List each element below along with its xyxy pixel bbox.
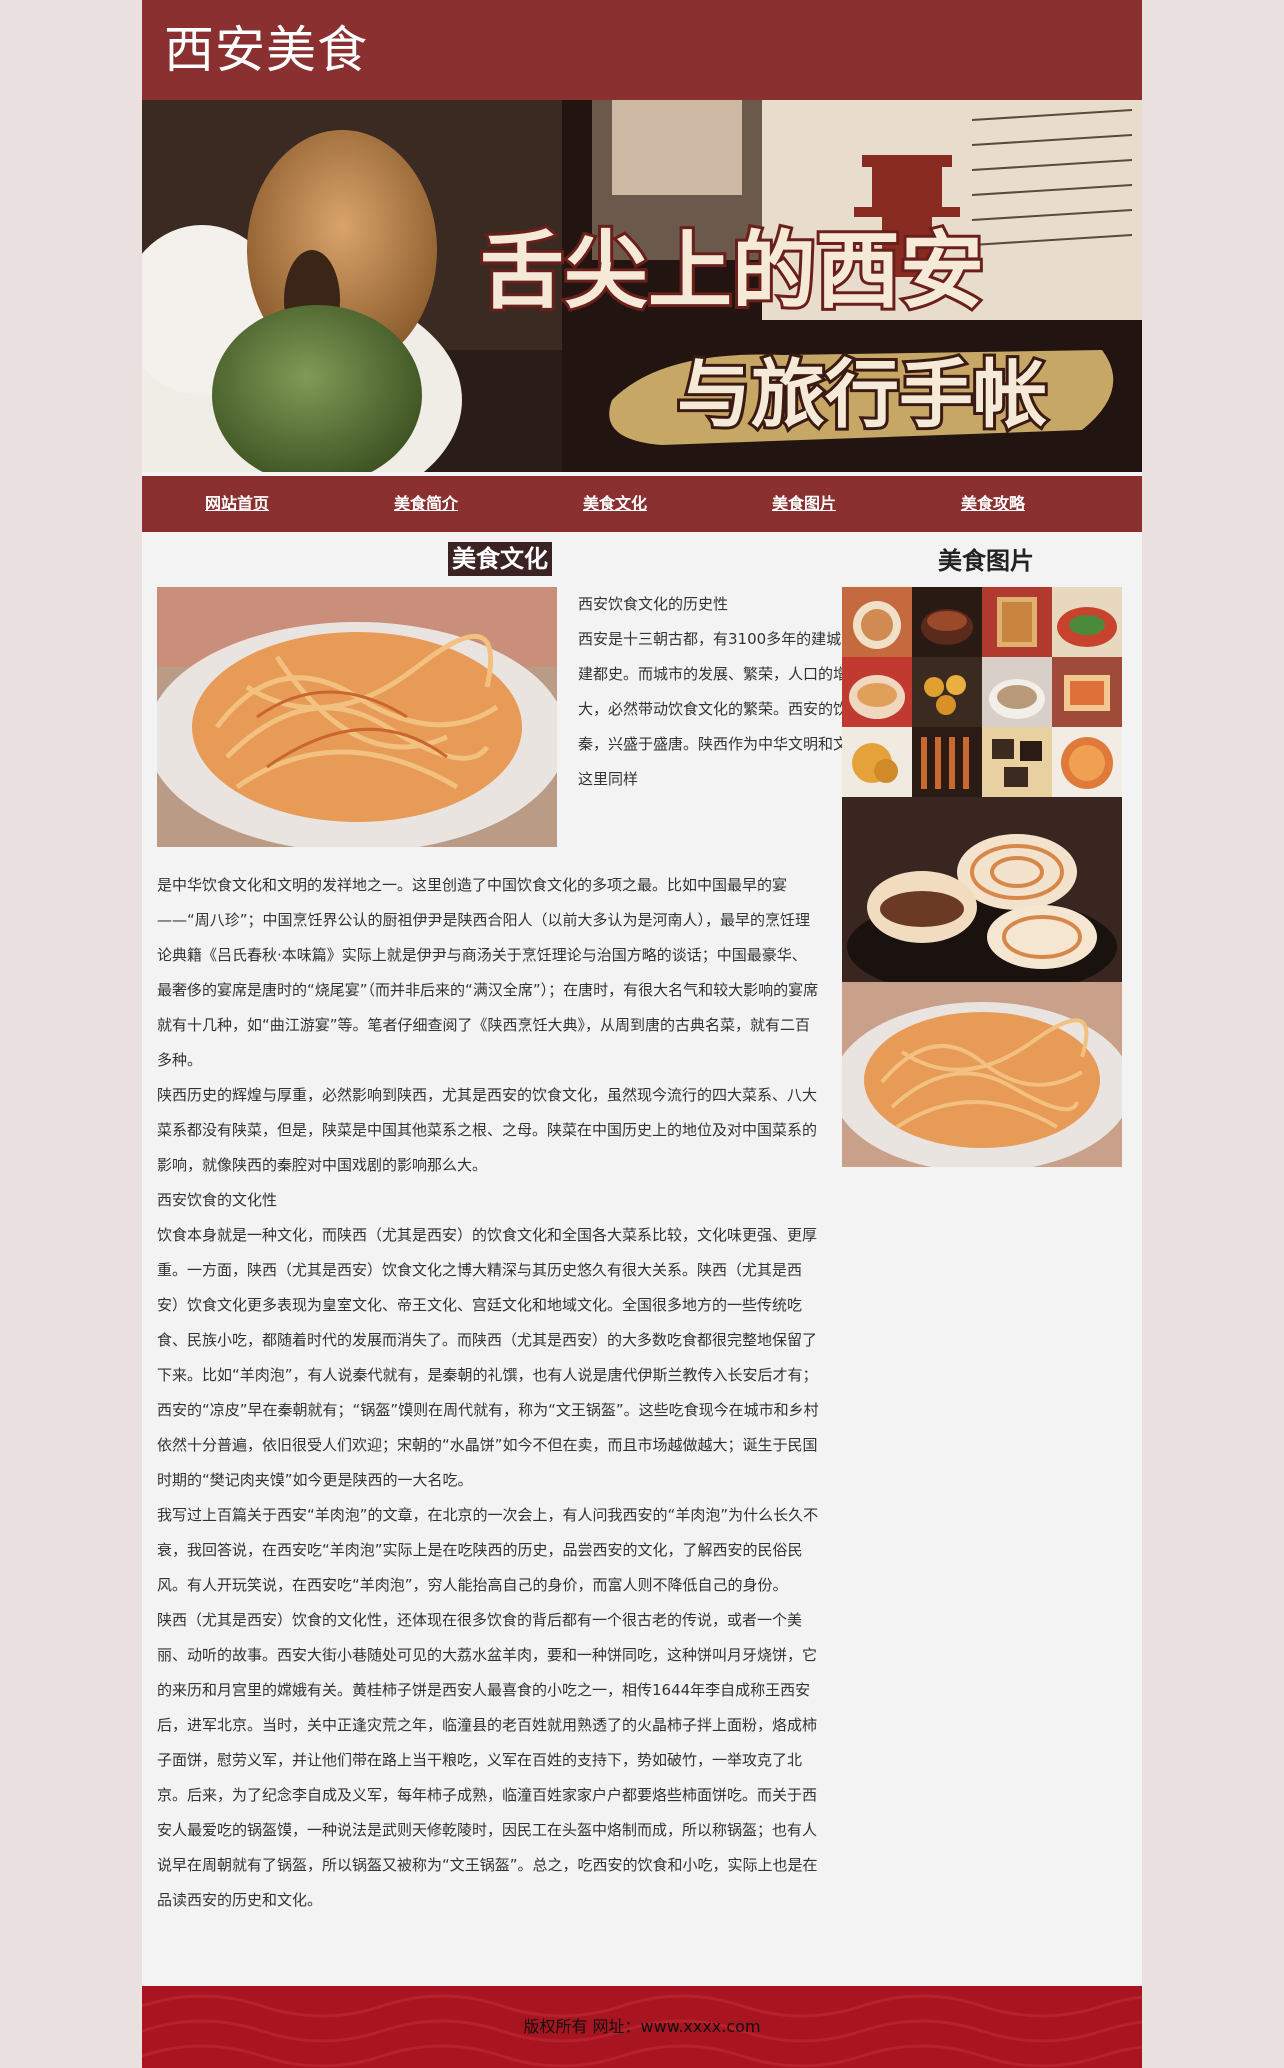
culture-paragraph: 是中华饮食文化和文明的发祥地之一。这里创造了中国饮食文化的多项之最。比如中国最早…	[157, 876, 819, 1069]
nav-item-culture[interactable]: 美食文化	[545, 476, 685, 532]
culture-subheading: 西安饮食的文化性	[157, 1191, 278, 1209]
site-title: 西安美食	[164, 21, 368, 79]
food-thumbnail-grid	[842, 587, 1122, 797]
noodles-image	[157, 587, 557, 847]
banner-headline: 舌尖上的西安	[480, 222, 984, 320]
banner-subheadline: 与旅行手帐	[677, 352, 1047, 438]
site-header: 西安美食	[142, 0, 1142, 100]
food-thumbnail[interactable]	[1052, 727, 1122, 797]
food-thumbnail[interactable]	[1052, 587, 1122, 657]
food-thumbnail[interactable]	[912, 587, 982, 657]
roujiamo-image[interactable]	[842, 797, 1122, 982]
food-thumbnail[interactable]	[842, 587, 912, 657]
site-footer: 版权所有 网址：www.xxxx.com	[142, 1986, 1142, 2068]
food-thumbnail[interactable]	[982, 657, 1052, 727]
footer-copyright: 版权所有 网址：www.xxxx.com	[523, 2017, 761, 2036]
nav-item-pictures[interactable]: 美食图片	[734, 476, 874, 532]
culture-paragraph: 我写过上百篇关于西安“羊肉泡”的文章，在北京的一次会上，有人问我西安的“羊肉泡”…	[157, 1506, 819, 1594]
food-thumbnail[interactable]	[912, 657, 982, 727]
nav-item-home[interactable]: 网站首页	[167, 476, 307, 532]
food-thumbnail[interactable]	[1052, 657, 1122, 727]
noodles-thumbnail-image[interactable]	[842, 982, 1122, 1167]
culture-paragraph: 陕西（尤其是西安）饮食的文化性，还体现在很多饮食的背后都有一个很古老的传说，或者…	[157, 1611, 818, 1909]
food-thumbnail[interactable]	[982, 727, 1052, 797]
section-title-pictures: 美食图片	[938, 547, 1034, 575]
main-nav: 网站首页 美食简介 美食文化 美食图片 美食攻略	[142, 476, 1142, 532]
banner-illustration: 舌尖上的西安 与旅行手帐	[142, 100, 1142, 472]
nav-item-intro[interactable]: 美食简介	[356, 476, 496, 532]
food-thumbnail[interactable]	[842, 727, 912, 797]
nav-item-guide[interactable]: 美食攻略	[923, 476, 1063, 532]
culture-paragraph: 陕西历史的辉煌与厚重，必然影响到陕西，尤其是西安的饮食文化，虽然现今流行的四大菜…	[157, 1086, 818, 1174]
page-container: 西安美食 舌尖上的西安 与旅行手帐 网站首页 美食简介 美食文化 美食图片 美食…	[142, 0, 1142, 2068]
section-title-culture: 美食文化	[448, 542, 552, 576]
food-gallery	[842, 587, 1122, 1167]
culture-main-text: 是中华饮食文化和文明的发祥地之一。这里创造了中国饮食文化的多项之最。比如中国最早…	[157, 868, 819, 1918]
food-thumbnail[interactable]	[842, 657, 912, 727]
food-thumbnail[interactable]	[912, 727, 982, 797]
food-thumbnail[interactable]	[982, 587, 1052, 657]
banner-image: 舌尖上的西安 与旅行手帐	[142, 100, 1142, 472]
culture-paragraph: 饮食本身就是一种文化，而陕西（尤其是西安）的饮食文化和全国各大菜系比较，文化味更…	[157, 1226, 819, 1489]
